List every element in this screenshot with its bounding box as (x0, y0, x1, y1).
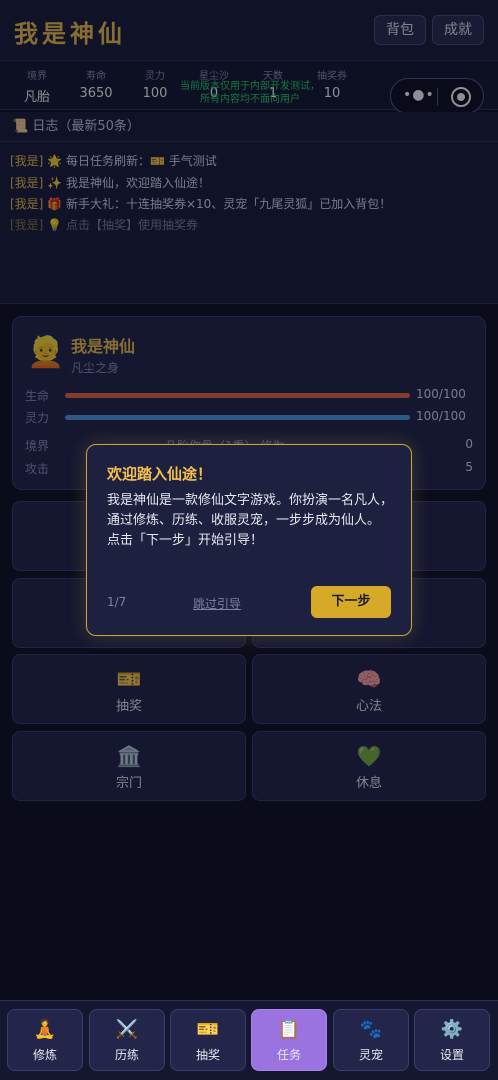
tab-settings[interactable]: ⚙️ 设置 (414, 1009, 490, 1071)
tab-tasks[interactable]: 📋 任务 (251, 1009, 327, 1071)
tab-label: 历练 (114, 1048, 139, 1062)
tab-label: 设置 (439, 1048, 464, 1062)
next-step-button[interactable]: 下一步 (311, 586, 391, 618)
tutorial-title: 欢迎踏入仙途！ (107, 465, 213, 483)
tutorial-step-counter: 1/7 (107, 595, 127, 609)
tab-adventure[interactable]: ⚔️ 历练 (89, 1009, 165, 1071)
gear-icon: ⚙️ (440, 1019, 464, 1040)
tab-label: 修炼 (32, 1048, 57, 1062)
meditation-icon: 🧘 (33, 1019, 57, 1040)
bottom-tab-bar: 🧘 修炼 ⚔️ 历练 🎫 抽奖 📋 任务 🐾 灵宠 ⚙️ 设置 (0, 1000, 498, 1080)
tutorial-text: 我是神仙是一款修仙文字游戏。你扮演一名凡人，通过修炼、历练、收服灵宠，一步步成为… (107, 493, 394, 528)
swords-icon: ⚔️ (115, 1019, 139, 1040)
paw-icon: 🐾 (359, 1019, 383, 1040)
tab-label: 灵宠 (358, 1048, 383, 1062)
tab-label: 任务 (276, 1048, 301, 1062)
skip-tutorial-link[interactable]: 跳过引导 (193, 595, 241, 612)
ticket-icon: 🎫 (196, 1019, 220, 1040)
tutorial-body: 我是神仙是一款修仙文字游戏。你扮演一名凡人，通过修炼、历练、收服灵宠，一步步成为… (107, 491, 397, 551)
tab-cultivate[interactable]: 🧘 修炼 (7, 1009, 83, 1071)
tutorial-dialog: 欢迎踏入仙途！ 我是神仙是一款修仙文字游戏。你扮演一名凡人，通过修炼、历练、收服… (86, 444, 412, 636)
clipboard-icon: 📋 (277, 1019, 301, 1040)
tab-spirit-pet[interactable]: 🐾 灵宠 (333, 1009, 409, 1071)
tab-label: 抽奖 (195, 1048, 220, 1062)
tab-lottery[interactable]: 🎫 抽奖 (170, 1009, 246, 1071)
tutorial-text: 点击「下一步」开始引导！ (107, 533, 264, 548)
